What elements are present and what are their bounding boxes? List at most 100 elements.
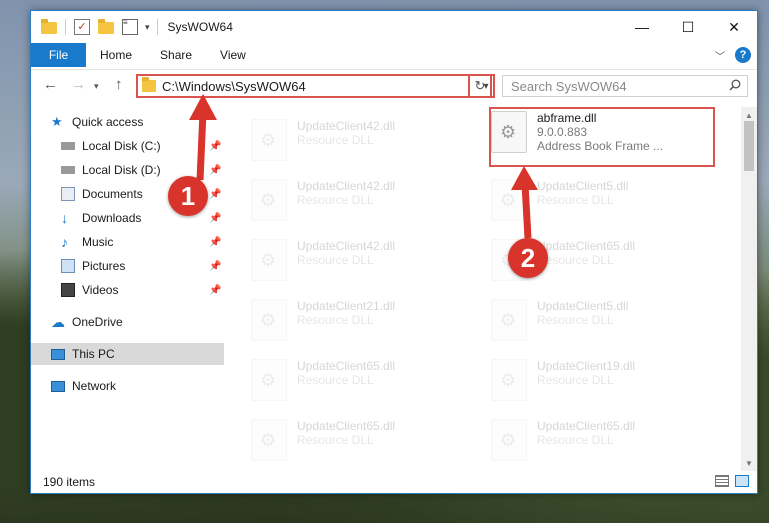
dll-file-icon bbox=[251, 239, 287, 281]
sidebar-item-label: Downloads bbox=[82, 211, 142, 225]
address-bar[interactable]: C:\Windows\SysWOW64 ▾ bbox=[136, 74, 495, 98]
sidebar-item-label: Documents bbox=[82, 187, 143, 201]
list-item[interactable]: UpdateClient5.dll Resource DLL bbox=[491, 179, 691, 229]
sidebar-item-videos[interactable]: Videos 📌 bbox=[61, 279, 227, 301]
properties-check-icon[interactable]: ✓ bbox=[74, 19, 90, 35]
list-item[interactable]: UpdateClient65.dll Resource DLL bbox=[251, 359, 451, 409]
list-item[interactable]: UpdateClient65.dll Resource DLL bbox=[251, 419, 451, 462]
sidebar-item-label: This PC bbox=[72, 347, 115, 361]
step-2-marker: 2 bbox=[508, 238, 548, 278]
scroll-down-icon[interactable]: ▼ bbox=[741, 455, 757, 471]
file-name: UpdateClient65.dll bbox=[537, 239, 636, 253]
sidebar-item-this-pc[interactable]: This PC bbox=[31, 343, 224, 365]
videos-icon bbox=[61, 283, 75, 297]
sidebar-item-label: Network bbox=[72, 379, 117, 393]
pin-icon[interactable]: 📌 bbox=[209, 189, 221, 200]
search-icon[interactable] bbox=[729, 79, 741, 91]
sidebar-item-label: Quick access bbox=[72, 115, 144, 129]
highlight-box bbox=[489, 107, 715, 167]
step-1-marker: 1 bbox=[168, 176, 208, 216]
scroll-thumb[interactable] bbox=[744, 121, 754, 171]
file-name: UpdateClient5.dll bbox=[537, 179, 629, 193]
tab-share[interactable]: Share bbox=[146, 43, 206, 67]
tab-file[interactable]: File bbox=[31, 43, 86, 67]
close-button[interactable]: ✕ bbox=[711, 11, 757, 43]
sidebar-item-pictures[interactable]: Pictures 📌 bbox=[61, 255, 227, 277]
window-controls: — ☐ ✕ bbox=[619, 11, 757, 43]
pin-icon[interactable]: 📌 bbox=[209, 213, 221, 224]
dll-file-icon bbox=[251, 119, 287, 161]
tiles-view-icon[interactable] bbox=[735, 475, 749, 487]
ribbon-tabs: File Home Share View ﹀ ? bbox=[31, 43, 757, 67]
back-arrow-icon[interactable]: ← bbox=[43, 76, 58, 93]
minimize-button[interactable]: — bbox=[619, 11, 665, 43]
pin-icon[interactable]: 📌 bbox=[209, 237, 221, 248]
details-view-icon[interactable] bbox=[715, 475, 729, 487]
sidebar-item-label: Local Disk (D:) bbox=[82, 163, 161, 177]
dll-file-icon bbox=[491, 299, 527, 341]
chevron-down-icon[interactable]: ▾ bbox=[145, 22, 150, 33]
sidebar-item-downloads[interactable]: ↓ Downloads 📌 bbox=[61, 207, 227, 229]
list-item[interactable]: UpdateClient65.dll Resource DLL bbox=[491, 419, 691, 462]
list-item[interactable]: UpdateClient21.dll Resource DLL bbox=[251, 299, 451, 349]
file-explorer-window: ✓ ≡ ▾ SysWOW64 — ☐ ✕ File Home Share Vie… bbox=[30, 10, 758, 494]
tab-view[interactable]: View bbox=[206, 43, 260, 67]
dll-file-icon bbox=[491, 179, 527, 221]
recent-locations-chevron-icon[interactable]: ▾ bbox=[94, 81, 99, 92]
file-name: UpdateClient21.dll bbox=[297, 299, 396, 313]
sidebar-item-label: Local Disk (C:) bbox=[82, 139, 161, 153]
dll-file-icon bbox=[251, 299, 287, 341]
drive-icon bbox=[61, 142, 75, 150]
sidebar-item-network[interactable]: Network bbox=[51, 375, 116, 397]
sidebar-item-label: Music bbox=[82, 235, 114, 249]
address-path[interactable]: C:\Windows\SysWOW64 bbox=[162, 79, 479, 94]
title-bar: ✓ ≡ ▾ SysWOW64 — ☐ ✕ bbox=[31, 11, 757, 43]
quick-access-toolbar: ✓ ≡ ▾ bbox=[37, 19, 162, 35]
sidebar-item-local-disk-c[interactable]: Local Disk (C:) 📌 bbox=[61, 135, 227, 157]
search-input[interactable]: Search SysWOW64 bbox=[502, 75, 748, 97]
list-item[interactable]: UpdateClient5.dll Resource DLL bbox=[491, 299, 691, 349]
dll-file-icon bbox=[491, 359, 527, 401]
file-type: Resource DLL bbox=[537, 373, 614, 387]
refresh-button[interactable]: ↻ bbox=[468, 74, 492, 98]
computer-icon bbox=[51, 348, 65, 360]
maximize-button[interactable]: ☐ bbox=[665, 11, 711, 43]
sidebar-item-quick-access[interactable]: ★ Quick access bbox=[51, 111, 143, 133]
sidebar-item-music[interactable]: ♪ Music 📌 bbox=[61, 231, 227, 253]
divider bbox=[156, 19, 158, 35]
drive-icon bbox=[61, 166, 75, 174]
list-item[interactable]: UpdateClient42.dll Resource DLL bbox=[251, 119, 451, 169]
file-type: Resource DLL bbox=[297, 253, 374, 267]
list-item[interactable]: UpdateClient19.dll Resource DLL bbox=[491, 359, 691, 409]
documents-icon bbox=[61, 187, 75, 201]
customize-toolbar-icon[interactable]: ≡ bbox=[122, 19, 138, 35]
forward-arrow-icon[interactable]: → bbox=[71, 76, 86, 93]
sidebar-item-label: Pictures bbox=[82, 259, 126, 273]
file-type: Resource DLL bbox=[537, 193, 614, 207]
vertical-scrollbar[interactable]: ▲ ▼ bbox=[741, 107, 757, 471]
search-placeholder: Search SysWOW64 bbox=[511, 78, 627, 94]
list-item[interactable]: UpdateClient42.dll Resource DLL bbox=[251, 179, 451, 229]
sidebar-item-label: Videos bbox=[82, 283, 119, 297]
file-type: Resource DLL bbox=[297, 433, 374, 447]
new-folder-icon[interactable] bbox=[98, 19, 114, 34]
file-name: UpdateClient65.dll bbox=[297, 359, 396, 373]
sidebar-item-onedrive[interactable]: ☁ OneDrive bbox=[51, 311, 123, 333]
dll-file-icon bbox=[251, 359, 287, 401]
pin-icon[interactable]: 📌 bbox=[209, 141, 221, 152]
sidebar-item-local-disk-d[interactable]: Local Disk (D:) 📌 bbox=[61, 159, 227, 181]
pin-icon[interactable]: 📌 bbox=[209, 165, 221, 176]
file-name: UpdateClient65.dll bbox=[537, 419, 636, 433]
help-icon[interactable]: ? bbox=[735, 47, 751, 63]
file-type: Resource DLL bbox=[537, 253, 614, 267]
file-type: Resource DLL bbox=[297, 313, 374, 327]
navigation-pane: ★ Quick access Local Disk (C:) 📌 Local D… bbox=[31, 107, 227, 467]
pin-icon[interactable]: 📌 bbox=[209, 261, 221, 272]
up-arrow-icon[interactable]: ↑ bbox=[115, 76, 123, 93]
sidebar-item-label: OneDrive bbox=[72, 315, 123, 329]
expand-ribbon-icon[interactable]: ﹀ bbox=[715, 48, 725, 63]
folder-icon bbox=[41, 19, 57, 34]
pin-icon[interactable]: 📌 bbox=[209, 285, 221, 296]
tab-home[interactable]: Home bbox=[86, 43, 146, 67]
list-item[interactable]: UpdateClient42.dll Resource DLL bbox=[251, 239, 451, 289]
